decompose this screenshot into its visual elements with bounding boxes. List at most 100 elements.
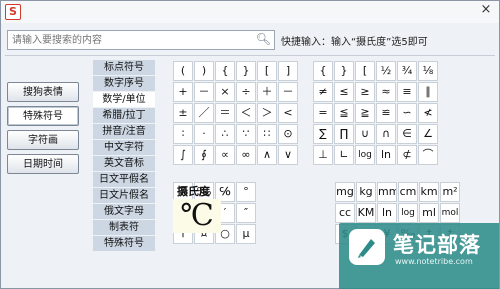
symbol-cell[interactable]: m² — [440, 182, 460, 202]
symbol-cell[interactable]: ≠ — [313, 82, 333, 102]
symbol-cell[interactable]: ≤ — [334, 82, 354, 102]
symbol-cell[interactable]: ml — [419, 203, 439, 223]
symbol-cell[interactable]: ± — [173, 103, 193, 123]
symbol-cell[interactable]: ⊥ — [313, 145, 333, 165]
category-item[interactable]: 俄文字母 — [93, 204, 155, 220]
symbol-cell[interactable]: － — [194, 82, 214, 102]
symbol-cell[interactable]: } — [236, 61, 256, 81]
symbol-cell[interactable]: × — [215, 82, 235, 102]
symbol-cell[interactable]: ＜ — [236, 103, 256, 123]
category-item[interactable]: 制表符 — [93, 220, 155, 236]
symbol-cell[interactable]: ∽ — [397, 103, 417, 123]
category-list: 标点符号 数字序号 数学/单位 希腊/拉丁 拼音/注音 中文字符 英文音标 日文平假名 日文片假… — [93, 60, 155, 252]
category-item[interactable]: 希腊/拉丁 — [93, 108, 155, 124]
symbol-cell[interactable]: ＞ — [257, 103, 277, 123]
symbol-cell[interactable]: ∶ — [173, 124, 193, 144]
symbol-cell[interactable]: ≌ — [376, 103, 396, 123]
symbol-cell[interactable]: ∩ — [376, 124, 396, 144]
symbol-cell[interactable]: ½ — [376, 61, 396, 81]
symbol-cell[interactable]: { — [215, 61, 235, 81]
shortcut-hint: 快捷输入：输入“摄氏度”选5即可 — [281, 37, 428, 48]
symbol-cell[interactable]: － — [278, 82, 298, 102]
symbol-cell[interactable]: ∏ — [334, 124, 354, 144]
date-time-button[interactable]: 日期时间 — [7, 154, 79, 174]
symbol-cell[interactable]: [ — [257, 61, 277, 81]
symbol-cell[interactable]: ln — [377, 203, 397, 223]
symbol-cell[interactable]: cc — [335, 203, 355, 223]
symbol-cell[interactable]: ≮ — [418, 103, 438, 123]
category-item[interactable]: 特殊符号 — [93, 236, 155, 252]
symbol-cell[interactable]: mg — [335, 182, 355, 202]
symbol-cell[interactable]: mol — [440, 203, 460, 223]
symbol-cell[interactable]: km — [419, 182, 439, 202]
symbol-cell[interactable]: ⅛ — [418, 61, 438, 81]
symbol-cell[interactable]: ≈ — [376, 82, 396, 102]
symbol-cell[interactable]: ≦ — [334, 103, 354, 123]
note-logo-icon — [349, 229, 385, 265]
symbol-cell[interactable]: ∮ — [194, 145, 214, 165]
symbol-cell[interactable]: ° — [236, 182, 256, 202]
symbol-cell[interactable]: ( — [173, 61, 193, 81]
category-item[interactable]: 数学/单位 — [93, 92, 155, 108]
symbol-cell[interactable]: ∷ — [257, 124, 277, 144]
watermark-title: 笔记部落 — [393, 233, 481, 257]
symbol-cell[interactable]: ∨ — [278, 145, 298, 165]
symbol-cell[interactable]: ≥ — [355, 82, 375, 102]
symbol-cell[interactable]: ∈ — [397, 124, 417, 144]
category-item[interactable]: 拼音/注音 — [93, 124, 155, 140]
symbol-cell[interactable]: ) — [194, 61, 214, 81]
symbol-cell[interactable]: ＋ — [257, 82, 277, 102]
symbol-cell[interactable]: ∫ — [173, 145, 193, 165]
search-icon[interactable]: 🔍︎ — [256, 32, 271, 46]
search-box[interactable]: 🔍︎ — [7, 30, 275, 50]
symbol-cell[interactable]: ∠ — [418, 124, 438, 144]
symbol-cell[interactable]: ∴ — [215, 124, 235, 144]
symbol-cell[interactable]: [ — [355, 61, 375, 81]
symbol-cell[interactable]: ／ — [194, 103, 214, 123]
symbol-cell[interactable]: · — [194, 124, 214, 144]
symbol-cell[interactable]: log — [355, 145, 375, 165]
symbol-cell[interactable]: KM — [356, 203, 376, 223]
symbol-cell[interactable]: ⊙ — [278, 124, 298, 144]
symbol-cell[interactable]: ∞ — [236, 145, 256, 165]
sogou-emoji-button[interactable]: 搜狗表情 — [7, 82, 79, 102]
symbol-cell[interactable]: ] — [278, 61, 298, 81]
symbol-cell[interactable]: ∵ — [236, 124, 256, 144]
symbol-cell[interactable]: ∝ — [215, 145, 235, 165]
symbol-cell[interactable]: ⌒ — [418, 145, 438, 165]
symbol-cell[interactable]: ″ — [236, 203, 256, 223]
special-symbols-button[interactable]: 特殊符号 — [7, 106, 79, 126]
category-item[interactable]: 数字序号 — [93, 76, 155, 92]
symbol-cell[interactable]: < — [278, 103, 298, 123]
category-item[interactable]: 标点符号 — [93, 60, 155, 76]
symbol-cell[interactable]: cm — [398, 182, 418, 202]
symbol-cell[interactable]: ln — [376, 145, 396, 165]
symbol-cell[interactable]: µ — [236, 224, 256, 244]
ascii-art-button[interactable]: 字符画 — [7, 130, 79, 150]
symbol-cell[interactable]: ∑ — [313, 124, 333, 144]
category-item[interactable]: 中文字符 — [93, 140, 155, 156]
symbol-cell[interactable]: ∧ — [257, 145, 277, 165]
symbol-cell[interactable]: ≡ — [397, 82, 417, 102]
symbol-cell[interactable]: mm — [377, 182, 397, 202]
close-button[interactable]: × — [479, 3, 493, 17]
symbol-cell[interactable]: ∥ — [418, 82, 438, 102]
symbol-cell[interactable]: ¾ — [397, 61, 417, 81]
symbol-cell[interactable]: ÷ — [236, 82, 256, 102]
symbol-cell[interactable]: ⊄ — [397, 145, 417, 165]
category-item[interactable]: 日文片假名 — [93, 188, 155, 204]
symbol-cell[interactable]: ≧ — [355, 103, 375, 123]
symbol-cell[interactable]: = — [313, 103, 333, 123]
category-item[interactable]: 日文平假名 — [93, 172, 155, 188]
symbol-cell[interactable]: } — [334, 61, 354, 81]
symbol-cell[interactable]: ∟ — [334, 145, 354, 165]
symbol-cell[interactable]: + — [173, 82, 193, 102]
symbol-cell[interactable]: kg — [356, 182, 376, 202]
symbol-cell[interactable]: log — [398, 203, 418, 223]
symbol-cell[interactable]: ∪ — [355, 124, 375, 144]
symbol-window: S × 🔍︎ 快捷输入：输入“摄氏度”选5即可 搜狗表情 特殊符号 字符画 日期… — [0, 0, 500, 289]
category-item[interactable]: 英文音标 — [93, 156, 155, 172]
symbol-cell[interactable]: { — [313, 61, 333, 81]
search-input[interactable] — [12, 33, 252, 47]
symbol-cell[interactable]: ＝ — [215, 103, 235, 123]
